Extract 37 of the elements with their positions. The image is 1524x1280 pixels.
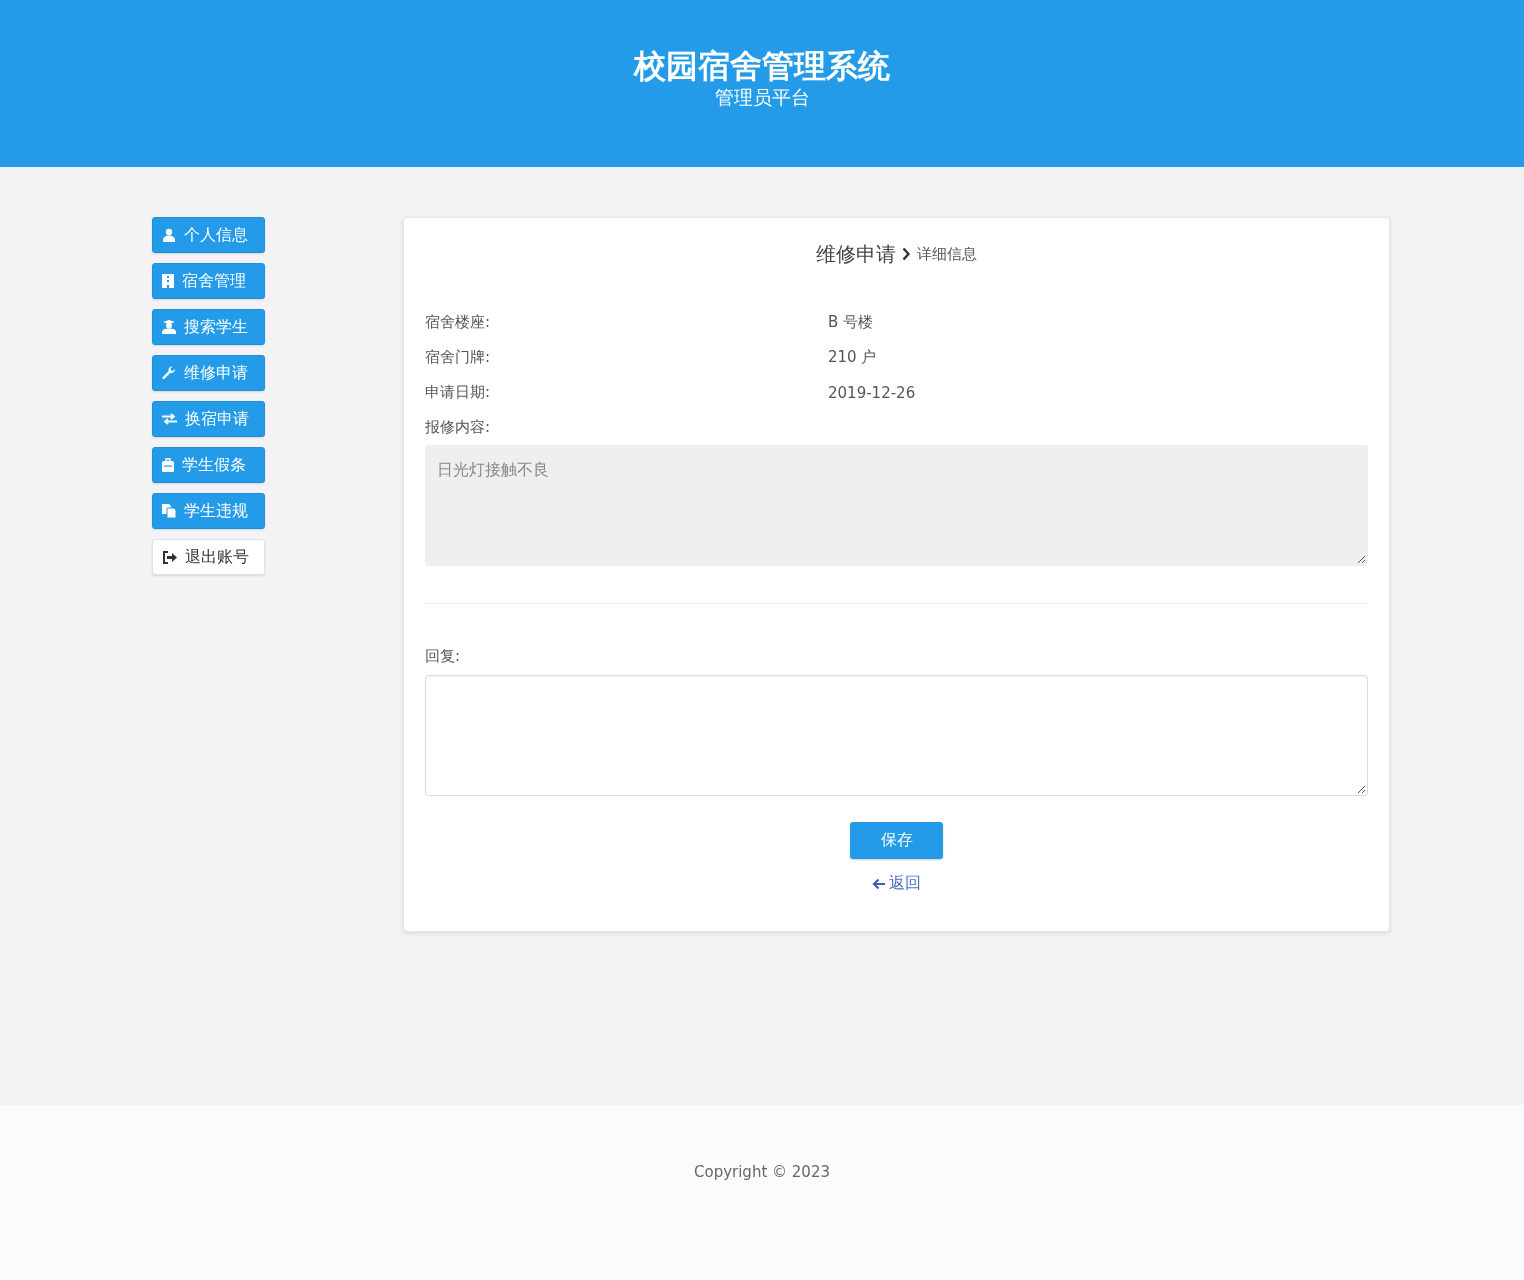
sidebar-menu-button[interactable]: 学生违规 [152,493,265,529]
repair-content-textarea: 日光灯接触不良 [425,445,1368,566]
swap-icon [162,413,177,425]
student-icon [162,320,176,334]
sidebar-menu-button[interactable]: 学生假条 [152,447,265,483]
field-label: 申请日期: [425,383,492,402]
back-link[interactable]: 返回 [872,873,921,894]
field-label: 宿舍楼座: [425,313,492,332]
sidebar-menu-button[interactable]: 换宿申请 [152,401,265,437]
chevron-right-icon [902,247,911,261]
section-title: 维修申请 [816,240,896,268]
wrench-icon [162,366,176,380]
field-value: B 号楼 [828,313,875,332]
suitcase-icon [162,458,174,472]
resize-grip-icon [1357,555,1365,563]
building-icon [162,274,174,288]
sidebar-menu-button[interactable]: 个人信息 [152,217,265,253]
field-value: 2019-12-26 [828,383,917,402]
page-subtitle: 详细信息 [917,244,977,264]
field-value: 210 户 [828,348,878,367]
reply-textarea[interactable] [425,675,1368,796]
arrow-left-icon [872,877,886,890]
sidebar-menu-button[interactable]: 退出账号 [152,539,265,575]
sidebar-menu-button[interactable]: 搜索学生 [152,309,265,345]
copy-icon [162,504,176,518]
app-subtitle: 管理员平台 [714,84,810,109]
copyright-text: Copyright © 2023 [694,1162,830,1181]
save-button[interactable]: 保存 [850,822,943,859]
field-label: 报修内容: [425,418,491,437]
sidebar-menu-button[interactable]: 维修申请 [152,355,265,391]
resize-grip-icon [1357,785,1365,793]
field-label: 回复: [425,647,461,666]
app-title: 校园宿舍管理系统 [634,46,890,85]
sidebar-menu-button[interactable]: 宿舍管理 [152,263,265,299]
user-icon [162,228,176,242]
field-label: 宿舍门牌: [425,348,492,367]
sign-out-icon [162,550,177,564]
